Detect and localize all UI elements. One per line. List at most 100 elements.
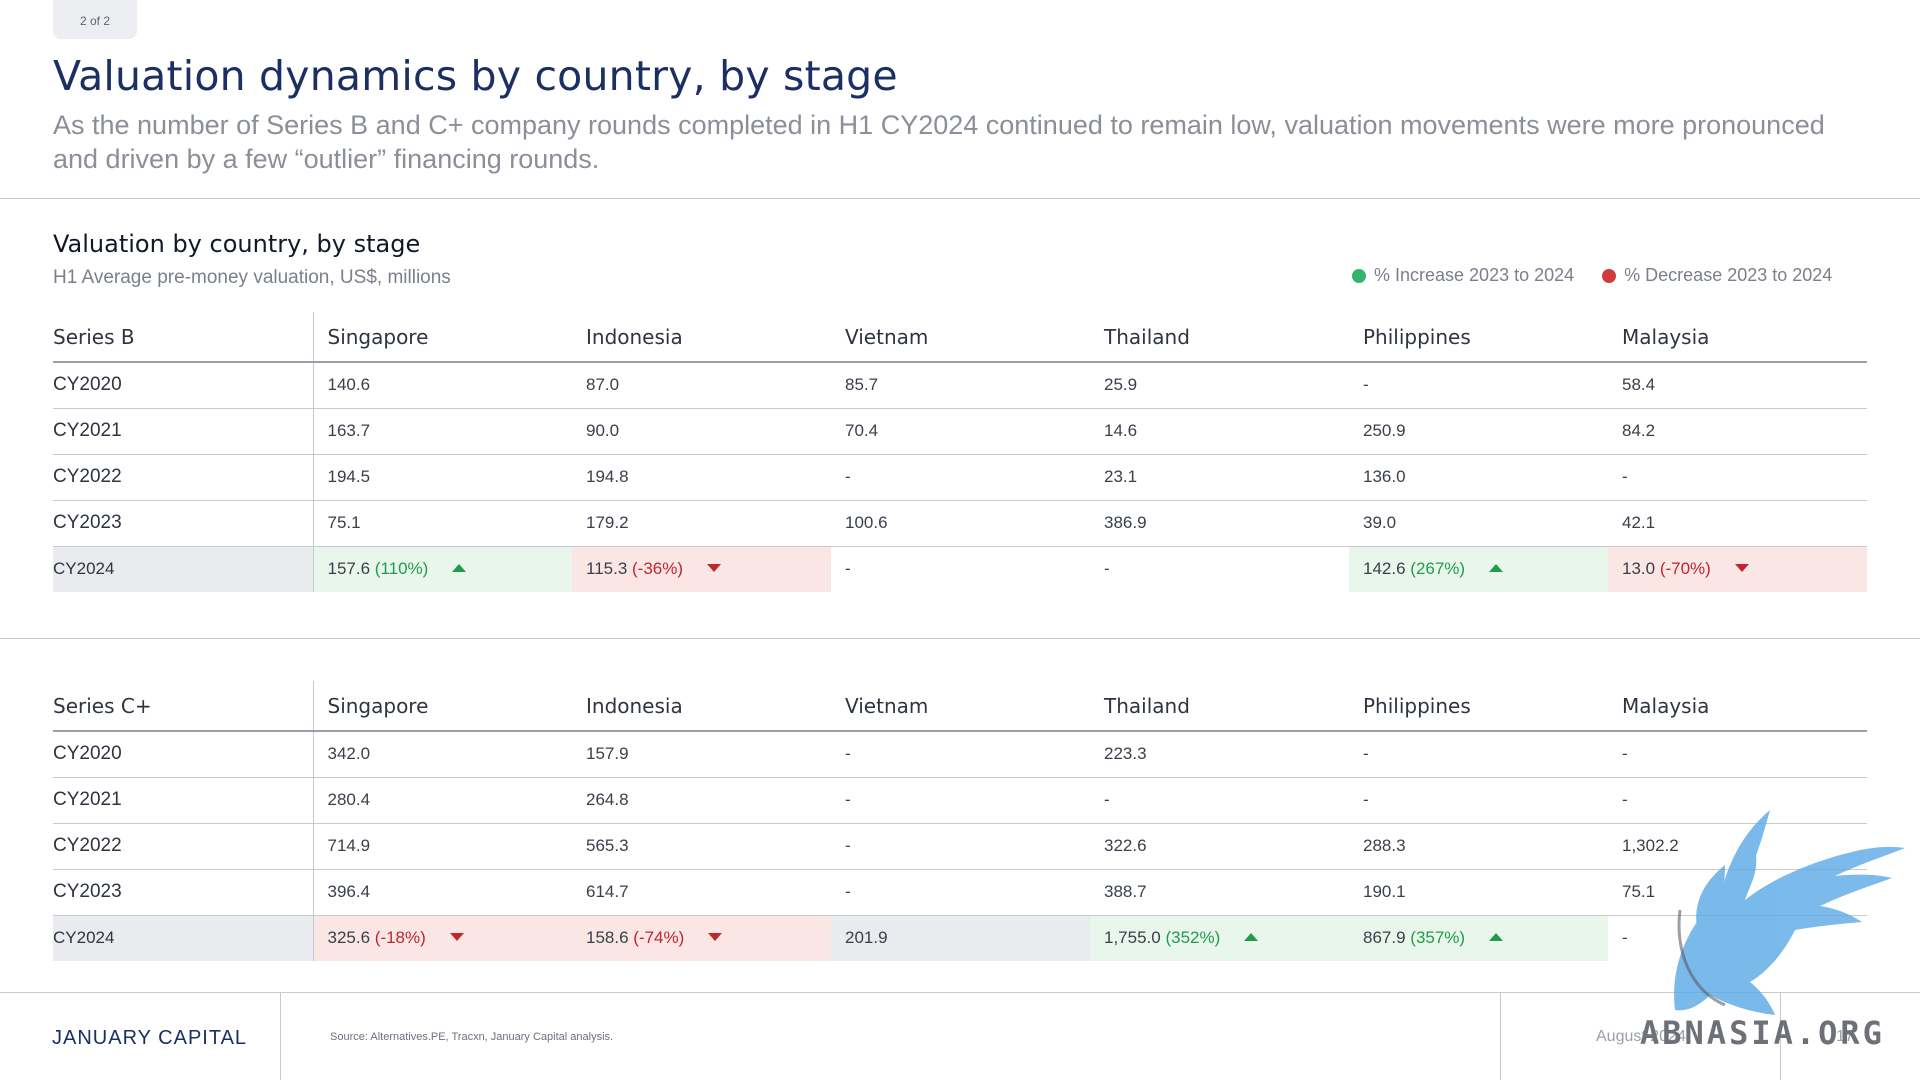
column-header: Indonesia <box>572 312 831 363</box>
value-cell: - <box>831 823 1090 870</box>
value-cell: 39.0 <box>1349 500 1608 547</box>
legend-decrease: % Decrease 2023 to 2024 <box>1602 265 1832 286</box>
value-text: 867.9 <box>1363 928 1406 948</box>
series-c-table: Series C+ Singapore Indonesia Vietnam Thaila… <box>53 681 1867 961</box>
value-cell: 201.9 <box>831 915 1090 961</box>
arrow-up-icon <box>1244 932 1259 941</box>
arrow-down-icon <box>449 932 464 941</box>
value-cell: 157.9 <box>572 731 831 778</box>
section-divider <box>0 638 1920 639</box>
table-row: CY2023 75.1 179.2 100.6 386.9 39.0 42.1 <box>53 500 1867 547</box>
value-cell: 867.9 (357%) <box>1349 915 1608 961</box>
table-row: CY2022 194.5 194.8-23.1 136.0- <box>53 454 1867 501</box>
percent-change: (357%) <box>1410 928 1466 948</box>
value-cell: 714.9 <box>313 823 572 870</box>
value-cell: 223.3 <box>1090 731 1349 778</box>
value-cell: 163.7 <box>313 408 572 455</box>
percent-change: (267%) <box>1410 559 1466 579</box>
value-cell: 90.0 <box>572 408 831 455</box>
year-cell: CY2023 <box>53 500 314 547</box>
value-cell: 190.1 <box>1349 869 1608 916</box>
arrow-down-icon <box>707 563 722 572</box>
green-dot-icon <box>1352 268 1366 283</box>
legend-increase: % Increase 2023 to 2024 <box>1352 265 1574 286</box>
value-text: 142.6 <box>1363 559 1406 579</box>
arrow-down-icon <box>1734 563 1749 572</box>
arrow-down-icon <box>708 932 723 941</box>
value-cell: - <box>831 869 1090 916</box>
section-title: Valuation by country, by stage <box>53 230 421 258</box>
percent-change: (-74%) <box>633 928 685 948</box>
value-cell: 136.0 <box>1349 454 1608 501</box>
value-cell: 194.8 <box>572 454 831 501</box>
column-header: Singapore <box>313 681 572 732</box>
value-cell: 85.7 <box>831 362 1090 409</box>
header-divider <box>0 198 1920 199</box>
year-cell: CY2024 <box>53 915 314 961</box>
legend-decrease-label: % Decrease 2023 to 2024 <box>1624 265 1833 285</box>
table-row: CY2024 325.6 (-18%) 158.6 (-74%) 201.9 1,755… <box>53 915 1867 961</box>
year-cell: CY2021 <box>53 408 314 455</box>
value-cell: 58.4 <box>1608 362 1867 409</box>
column-header: Malaysia <box>1608 681 1867 732</box>
legend-increase-label: % Increase 2023 to 2024 <box>1374 265 1575 285</box>
percent-change: (352%) <box>1165 928 1221 948</box>
value-cell: - <box>1349 731 1608 778</box>
value-cell: 386.9 <box>1090 500 1349 547</box>
value-text: 115.3 <box>586 559 628 579</box>
value-cell: 25.9 <box>1090 362 1349 409</box>
column-header: Vietnam <box>831 312 1090 363</box>
value-cell: - <box>1349 362 1608 409</box>
table-row: CY2020 342.0 157.9-223.3- - <box>53 731 1867 778</box>
table-row: CY2021 163.7 90.0 70.4 14.6 250.9 84.2 <box>53 408 1867 455</box>
column-header: Philippines <box>1349 312 1608 363</box>
value-cell: - <box>831 731 1090 778</box>
value-text: 13.0 <box>1622 559 1656 579</box>
watermark-text: ABNASIA.ORG <box>1640 1014 1885 1052</box>
value-text: 158.6 <box>586 928 629 948</box>
legend: % Increase 2023 to 2024 % Decrease 2023 … <box>1352 265 1860 286</box>
value-cell: 23.1 <box>1090 454 1349 501</box>
value-cell: 614.7 <box>572 869 831 916</box>
year-cell: CY2022 <box>53 454 314 501</box>
table-header-row: Series C+ Singapore Indonesia Vietnam Thaila… <box>53 681 1867 732</box>
column-header: Singapore <box>313 312 572 363</box>
value-cell: 100.6 <box>831 500 1090 547</box>
value-cell: - <box>1349 777 1608 824</box>
value-cell: 158.6 (-74%) <box>572 915 831 961</box>
value-cell: 157.6 (110%) <box>313 546 572 592</box>
table-row: CY2022 714.9 565.3-322.6 288.3 1,302.2 <box>53 823 1867 870</box>
value-cell: 115.3 (-36%) <box>572 546 831 592</box>
page-title: Valuation dynamics by country, by stage <box>53 52 898 100</box>
value-cell: 13.0 (-70%) <box>1608 546 1867 592</box>
red-dot-icon <box>1602 268 1617 283</box>
stage-label: Series C+ <box>53 681 314 732</box>
value-text: 325.6 <box>327 928 371 948</box>
table-row: CY2024 157.6 (110%) 115.3 (-36%) - -142.6 (2… <box>53 546 1867 592</box>
value-cell: 565.3 <box>572 823 831 870</box>
value-cell: 288.3 <box>1349 823 1608 870</box>
value-text: - <box>1104 559 1110 579</box>
value-cell: 388.7 <box>1090 869 1349 916</box>
value-cell: 140.6 <box>313 362 572 409</box>
value-cell: 325.6 (-18%) <box>313 915 572 961</box>
column-header: Philippines <box>1349 681 1608 732</box>
value-cell: 396.4 <box>313 869 572 916</box>
column-header: Thailand <box>1090 312 1349 363</box>
page-subtitle: As the number of Series B and C+ company… <box>53 110 1825 174</box>
value-cell: 1,755.0 (352%) <box>1090 915 1349 961</box>
column-header: Indonesia <box>572 681 831 732</box>
footer-separator <box>1500 993 1501 1080</box>
value-cell: 87.0 <box>572 362 831 409</box>
year-cell: CY2024 <box>53 546 314 592</box>
value-cell: - <box>831 777 1090 824</box>
value-cell: 342.0 <box>313 731 572 778</box>
value-cell: 250.9 <box>1349 408 1608 455</box>
table-row: CY2021 280.4 264.8- - - - <box>53 777 1867 824</box>
year-cell: CY2023 <box>53 869 314 916</box>
year-cell: CY2021 <box>53 777 314 824</box>
arrow-up-icon <box>1489 563 1504 572</box>
value-cell: 42.1 <box>1608 500 1867 547</box>
value-cell: 142.6 (267%) <box>1349 546 1608 592</box>
percent-change: (-36%) <box>632 559 684 579</box>
